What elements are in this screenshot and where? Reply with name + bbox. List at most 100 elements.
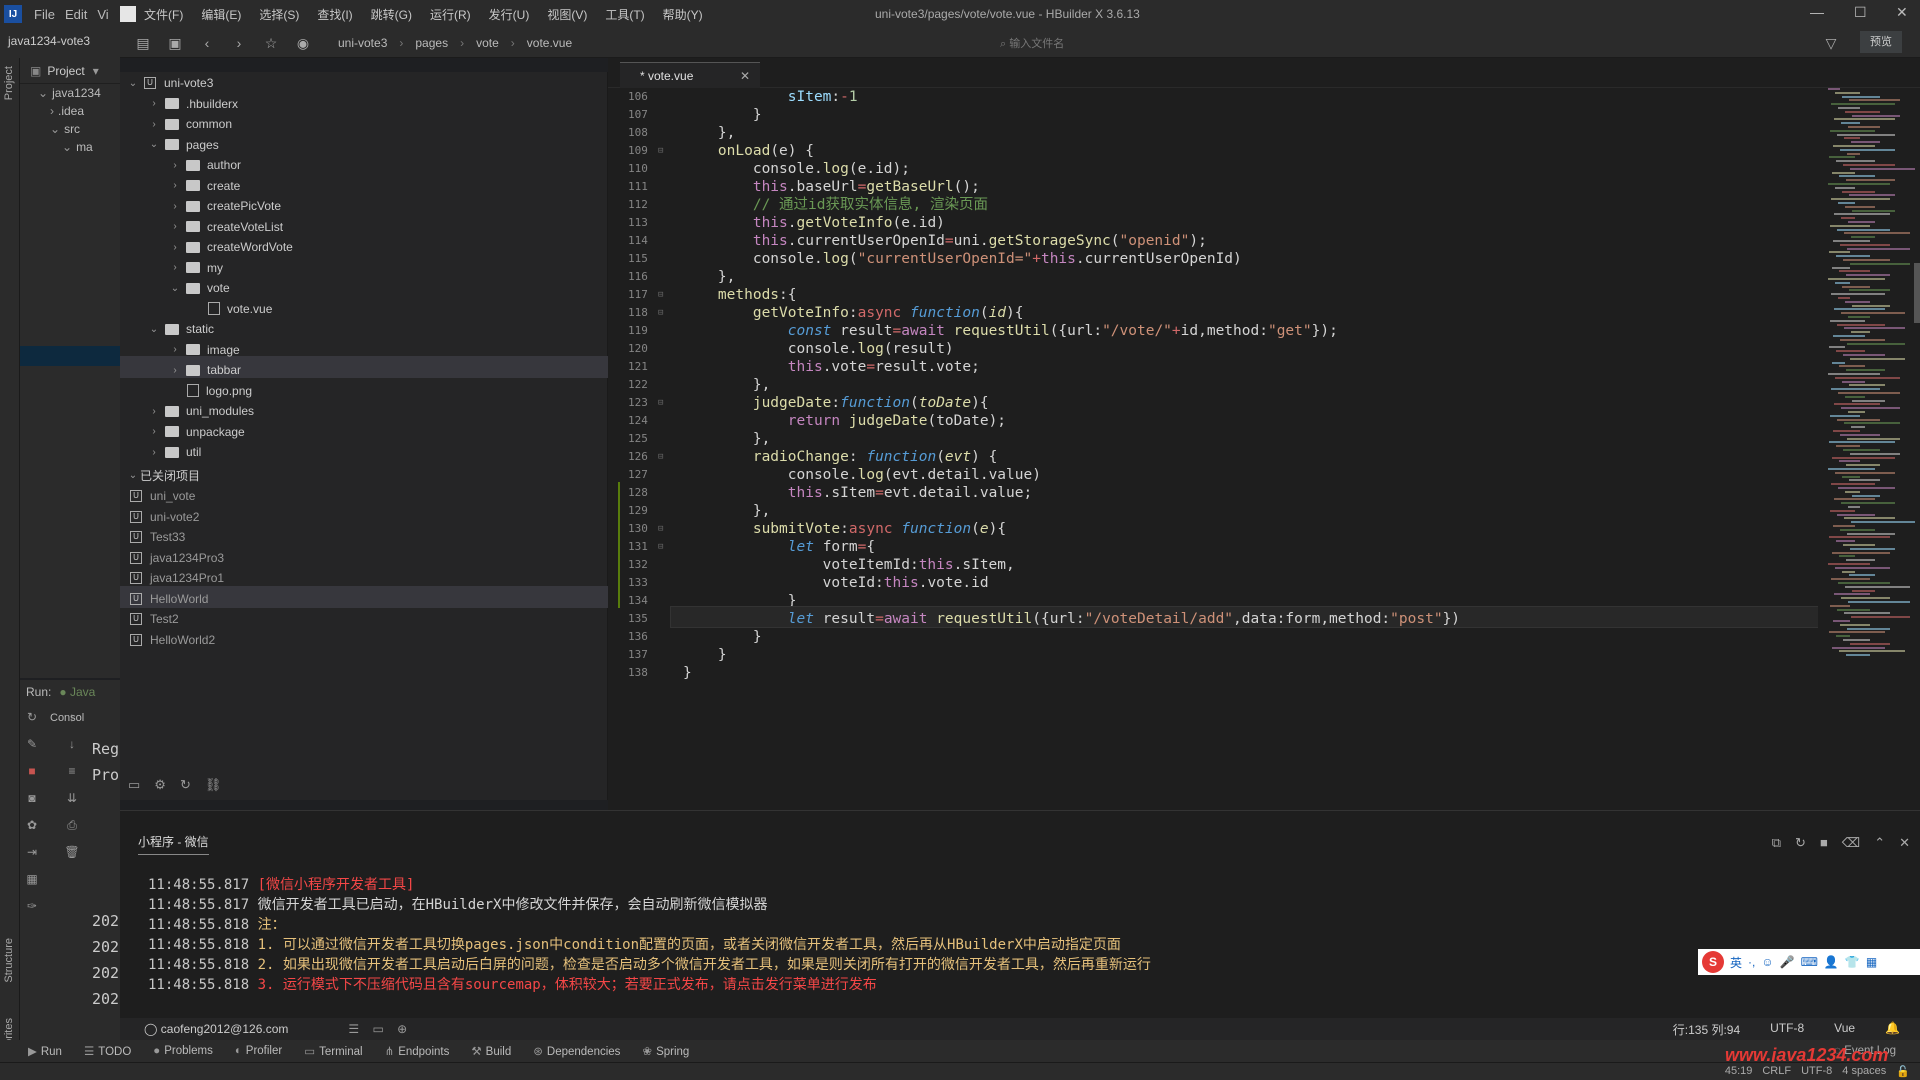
maximize-icon[interactable]: ☐ [1854,4,1867,21]
menu-publish[interactable]: 发行(U) [489,6,530,23]
chevron-right-icon[interactable]: › [168,221,182,232]
tree-item-vote-vue[interactable]: vote.vue [189,298,272,320]
globe-icon[interactable]: ⊕ [397,1022,407,1036]
back-icon[interactable]: ‹ [198,34,216,52]
tree-item-tabbar[interactable]: › tabbar [168,359,241,381]
chevron-up-icon[interactable]: ⌃ [1874,835,1885,851]
camera-icon[interactable]: ◙ [24,791,40,807]
filter-icon[interactable]: ▽ [1822,34,1840,52]
tool-profiler[interactable]: ◐ Profiler [235,1045,282,1057]
tree-item-createvotelist[interactable]: › createVoteList [168,216,283,238]
ime-toolbar[interactable]: S 英 ·, ☺ 🎤 ⌨ 👤 👕 ▦ [1698,949,1920,975]
run-icon[interactable]: ◉ [294,34,312,52]
chevron-right-icon[interactable]: › [147,447,161,458]
chevron-right-icon[interactable]: › [147,426,161,437]
exit-icon[interactable]: ⇥ [24,845,40,861]
folder-icon[interactable]: ▭ [128,777,140,793]
chevron-right-icon[interactable]: › [168,180,182,191]
chevron-right-icon[interactable]: › [168,262,182,273]
chevron-right-icon[interactable]: › [168,344,182,355]
ij-caret-position[interactable]: 45:19 [1725,1065,1753,1078]
tree-item-image[interactable]: › image [168,339,239,361]
menu-help[interactable]: 帮助(Y) [663,6,703,23]
ij-menu-file[interactable]: File [34,7,55,22]
forward-icon[interactable]: › [230,34,248,52]
layout-icon[interactable]: ▦ [24,872,40,888]
save-icon[interactable]: ▣ [166,34,184,52]
minimap-scroll-thumb[interactable] [1914,263,1920,323]
close-tab-icon[interactable]: ✕ [740,69,750,83]
print-icon[interactable]: ⎙ [64,818,80,834]
chevron-down-icon[interactable]: ⌄ [126,470,140,481]
link-icon[interactable]: ⛓ [205,777,222,793]
grid-icon[interactable]: ▦ [1866,955,1877,969]
minimap[interactable] [1818,88,1920,810]
ij-menu-view[interactable]: Vi [97,7,108,22]
chevron-down-icon[interactable]: ▾ [93,64,99,78]
structure-vertical-tab[interactable]: Structure [3,938,15,983]
project-vertical-tab[interactable]: Project [3,66,15,100]
tree-item-pages[interactable]: ⌄ pages [147,134,219,156]
closed-project-item[interactable]: Uuni-vote2 [126,506,199,528]
tool-endpoints[interactable]: ⋔ Endpoints [385,1044,450,1058]
ij-menu-edit[interactable]: Edit [65,7,87,22]
closed-project-item[interactable]: Ujava1234Pro1 [126,567,224,589]
menu-tools[interactable]: 工具(T) [605,6,644,23]
preview-button[interactable]: 预览 [1860,31,1902,53]
chevron-right-icon[interactable]: › [147,406,161,417]
menu-select[interactable]: 选择(S) [259,6,299,23]
scroll-down-icon[interactable]: ↓ [64,737,80,753]
bookmark-star-icon[interactable]: ☆ [262,34,280,52]
new-file-icon[interactable]: ▤ [134,34,152,52]
refresh-icon[interactable]: ↻ [180,777,191,793]
breadcrumb-vote[interactable]: vote [476,36,499,50]
chevron-right-icon[interactable]: › [168,365,182,376]
tool-problems[interactable]: ● Problems [153,1045,213,1057]
chevron-down-icon[interactable]: ⌄ [147,139,161,150]
tree-project-root[interactable]: ⌄ Uuni-vote3 [126,72,214,94]
stop-icon[interactable]: ■ [1820,835,1828,851]
tree-item-static[interactable]: ⌄ static [147,318,214,340]
skin-icon[interactable]: 👕 [1845,955,1860,969]
ij-tree-main[interactable]: ⌄ ma [20,138,120,156]
soft-wrap-icon[interactable]: ≡ [64,764,80,780]
code-editor[interactable]: 106 sItem:-1 107 } 108 }, 109 ⊟ onLoad(e) {1… [608,88,1920,810]
language-mode[interactable]: Vue [1834,1021,1855,1038]
scroll-up-icon[interactable]: ↑ [64,710,80,726]
tool-dependencies[interactable]: ⊛ Dependencies [533,1044,620,1058]
menu-goto[interactable]: 跳转(G) [371,6,412,23]
tree-item-create[interactable]: › create [168,175,240,197]
punctuation-icon[interactable]: ·, [1748,955,1755,969]
tree-item-logo-png[interactable]: logo.png [168,380,252,402]
tree-item-uni-modules[interactable]: › uni_modules [147,400,254,422]
debug-icon[interactable]: ✿ [24,818,40,834]
tree-item-author[interactable]: › author [168,154,241,176]
tool-terminal[interactable]: ▭ Terminal [304,1044,362,1058]
ij-tree-idea[interactable]: › .idea [20,102,120,120]
menu-file[interactable]: 文件(F) [144,6,183,23]
stop-icon[interactable]: ■ [24,764,40,780]
run-config-tab[interactable]: ● Java [59,685,95,699]
ij-indent[interactable]: 4 spaces [1842,1065,1886,1078]
clear-icon[interactable]: ⌫ [1842,835,1860,851]
breadcrumb-pages[interactable]: pages [415,36,448,50]
tool-todo[interactable]: ☰ TODO [84,1044,131,1058]
chevron-right-icon[interactable]: › [147,98,161,109]
wrench-icon[interactable]: ✎ [24,737,40,753]
file-search-input[interactable]: ⌕ 输入文件名 [1000,35,1064,51]
closed-project-item[interactable]: Ujava1234Pro3 [126,547,224,569]
ime-mode-label[interactable]: 英 [1730,954,1742,971]
rerun-icon[interactable]: ↻ [24,710,40,726]
minimize-icon[interactable]: — [1810,4,1824,20]
outline-icon[interactable]: ☰ [348,1022,359,1036]
bell-icon[interactable]: 🔔 [1885,1021,1900,1038]
settings-icon[interactable]: ⚙ [154,777,166,793]
close-icon[interactable]: ✕ [1896,4,1908,21]
ij-line-separator[interactable]: CRLF [1762,1065,1791,1078]
breadcrumb-project[interactable]: uni-vote3 [338,36,387,50]
chevron-down-icon[interactable]: ⌄ [126,78,140,89]
tab-vote-vue[interactable]: * vote.vue ✕ [620,62,760,88]
user-icon[interactable]: 👤 [1824,955,1839,969]
tree-item-unpackage[interactable]: › unpackage [147,421,244,443]
menu-view[interactable]: 视图(V) [547,6,587,23]
